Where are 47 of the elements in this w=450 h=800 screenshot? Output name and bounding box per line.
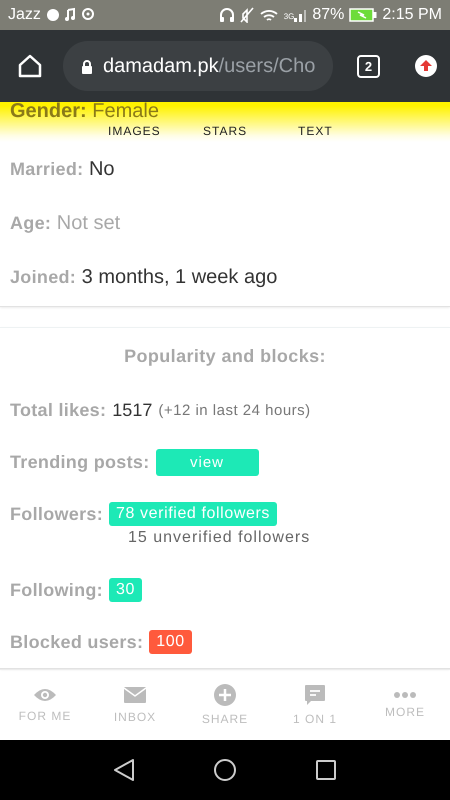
nav-label[interactable]: FOR ME <box>18 709 72 723</box>
verified-followers-link[interactable]: 78 verified followers <box>109 502 278 526</box>
battery-percent: 87% <box>312 6 344 24</box>
likes-note: (+12 in last 24 hours) <box>158 402 311 418</box>
field-label: Gender: <box>10 100 87 122</box>
field-label: Followers: <box>10 504 104 524</box>
battery-icon <box>349 8 378 22</box>
mute-icon <box>240 7 254 23</box>
signal-icon <box>293 7 308 23</box>
section-heading: Popularity and blocks: <box>123 345 327 368</box>
url-text: damadam.pk/users/Cho <box>103 54 316 78</box>
field-value: No <box>88 158 115 180</box>
nav-label[interactable]: 1 ON 1 <box>292 712 337 726</box>
nav-label[interactable]: SHARE <box>202 712 248 726</box>
field-label: Age: <box>10 213 52 233</box>
blocked-count[interactable]: 100 <box>149 630 192 654</box>
unverified-followers: 15 unverified followers <box>128 528 312 548</box>
wifi-icon <box>258 7 279 23</box>
recents-icon[interactable] <box>315 759 337 781</box>
field-label: Trending posts: <box>10 452 150 472</box>
likes-count: 1517 <box>112 400 152 420</box>
field-label: Joined: <box>10 267 76 287</box>
nav-label[interactable]: MORE <box>385 705 425 719</box>
back-icon[interactable] <box>113 758 135 782</box>
carrier-name: Jazz <box>8 6 41 24</box>
field-label: Following: <box>10 580 103 600</box>
tab-count[interactable]: 2 <box>357 54 380 78</box>
following-count[interactable]: 30 <box>108 578 142 602</box>
field-value: Not set <box>56 212 120 234</box>
gender-value: Female <box>92 100 159 122</box>
address-bar[interactable]: damadam.pk/users/Cho <box>63 41 333 91</box>
tab[interactable]: TEXT <box>298 124 393 138</box>
tab[interactable]: STARS <box>203 124 298 138</box>
headphones-icon <box>218 7 235 23</box>
network-type: 3G <box>284 12 294 21</box>
home-button-icon[interactable] <box>213 758 237 782</box>
field-label: Married: <box>10 159 84 179</box>
nav-label[interactable]: INBOX <box>114 710 156 724</box>
tab[interactable]: IMAGES <box>108 124 203 138</box>
field-label: Total likes: <box>10 400 106 420</box>
upload-icon[interactable] <box>414 54 438 78</box>
clock: 2:15 PM <box>382 6 442 24</box>
lock-icon <box>81 58 93 74</box>
view-button[interactable]: view <box>156 448 258 476</box>
field-value: 3 months, 1 week ago <box>82 266 278 288</box>
field-label: Blocked users: <box>10 632 144 652</box>
home-icon[interactable] <box>17 53 43 79</box>
